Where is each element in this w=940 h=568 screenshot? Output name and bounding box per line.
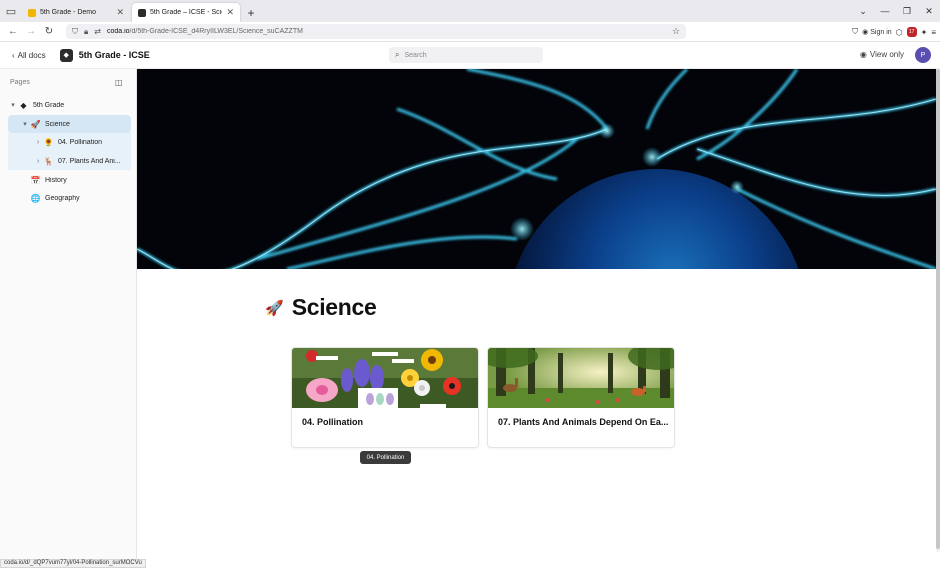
subpage-card-pollination[interactable]: 04. Pollination	[291, 347, 479, 448]
card-title: 07. Plants And Animals Depend On Ea...	[498, 417, 669, 427]
menu-icon[interactable]: ≡	[931, 28, 936, 37]
window-controls: ⌄ — ❐ ✕	[852, 0, 940, 22]
reload-icon[interactable]: ↻	[40, 26, 58, 37]
all-docs-label: All docs	[17, 50, 46, 60]
rocket-icon: 🚀	[30, 119, 41, 129]
rocket-icon: 🚀	[265, 299, 284, 317]
view-only-button[interactable]: ◉ View only	[860, 50, 904, 59]
sidebar-toggle-icon[interactable]: ◫	[115, 78, 123, 87]
card-tooltip: 04. Pollination	[360, 451, 411, 464]
sidebar-item-5th-grade[interactable]: ▾ ◆ 5th Grade	[8, 96, 131, 114]
extensions-icon[interactable]: ⬡	[896, 28, 903, 37]
sidebar-item-label: History	[45, 176, 67, 184]
sidebar-item-label: 04. Pollination	[58, 138, 102, 146]
doc-title[interactable]: 5th Grade - ICSE	[79, 50, 150, 60]
chevron-right-icon[interactable]: ›	[33, 158, 43, 165]
avatar[interactable]: P	[915, 47, 931, 63]
deer-icon: 🦌	[43, 156, 54, 166]
search-input[interactable]: ⌕ Search	[389, 47, 543, 63]
browser-nav-bar: ← → ↻ ⛉ 🔒︎ ⇄ coda.io/d/5th-Grade-ICSE_d4…	[0, 22, 940, 42]
url-host: coda.io	[106, 28, 130, 35]
chevron-right-icon[interactable]: ›	[33, 139, 43, 146]
permissions-icon[interactable]: ⇄	[94, 27, 101, 36]
all-docs-link[interactable]: ‹ All docs	[12, 51, 46, 60]
restore-icon[interactable]: ❐	[896, 6, 918, 17]
sidebar-item-label: Geography	[45, 194, 80, 202]
sidebar-item-plants-animals[interactable]: › 🦌 07. Plants And Ani...	[8, 152, 131, 170]
back-icon[interactable]: ←	[4, 26, 22, 37]
sidebar-item-label: 5th Grade	[33, 101, 65, 109]
search-icon: ⌕	[395, 50, 400, 59]
page-title: 🚀 Science	[265, 294, 377, 321]
browser-tab-strip: ▭ 5th Grade - Demo ✕ 5th Grade – ICSE - …	[0, 0, 940, 22]
bookmark-star-icon[interactable]: ☆	[672, 26, 680, 37]
view-only-label: View only	[869, 50, 904, 59]
tab-title: 5th Grade – ICSE - Science	[150, 9, 222, 16]
plasma-ball-illustration	[137, 69, 936, 269]
search-placeholder: Search	[404, 51, 427, 59]
sidebar-item-geography[interactable]: 🌐 Geography	[8, 189, 131, 207]
sign-in-label: Sign in	[870, 28, 892, 36]
minimize-icon[interactable]: —	[874, 6, 896, 16]
browser-tab-science[interactable]: 5th Grade – ICSE - Science ✕	[132, 3, 240, 22]
sidebar-item-science[interactable]: ▾ 🚀 Science	[8, 115, 131, 133]
forest-cover-image	[488, 348, 674, 408]
tab-favicon	[28, 8, 36, 17]
doc-header: ‹ All docs ◆ 5th Grade - ICSE ⌕ Search ◉ V…	[0, 42, 940, 69]
pocket-icon[interactable]: ⛉	[852, 27, 858, 37]
browser-toolbar-right: ⛉ ◉ Sign in ⬡ 17 ✦ ≡	[852, 22, 936, 42]
chevron-down-icon[interactable]: ▾	[8, 101, 18, 109]
chevron-down-icon[interactable]: ⌄	[852, 6, 874, 17]
url-text: coda.io/d/5th-Grade-ICSE_d4RryIILW3EL/Sc…	[107, 28, 672, 35]
tab-overview-icon[interactable]: ▭	[0, 0, 22, 22]
sign-in-button[interactable]: ◉ Sign in	[862, 28, 892, 37]
chevron-left-icon: ‹	[12, 50, 15, 60]
lock-icon[interactable]: 🔒︎	[84, 27, 88, 37]
doc-logo-icon[interactable]: ◆	[59, 48, 73, 62]
sidebar: Pages ◫ ▾ ◆ 5th Grade ▾ 🚀 Science › 🌻 04…	[0, 69, 137, 560]
sidebar-item-label: Science	[45, 120, 70, 128]
sidebar-item-history[interactable]: 📅 History	[8, 171, 131, 189]
globe-icon: 🌐	[30, 193, 41, 203]
extension-badge[interactable]: 17	[906, 27, 917, 37]
page-scrollbar[interactable]	[936, 69, 940, 552]
forward-icon[interactable]: →	[22, 26, 40, 37]
browser-tab-demo[interactable]: 5th Grade - Demo ✕	[22, 3, 130, 22]
url-path: /d/5th-Grade-ICSE_d4RryIILW3EL/Science_s…	[129, 28, 303, 35]
status-bar-url: coda.io/d/_dQP7vum77yl/04-Pollination_su…	[0, 559, 146, 568]
bee-flower-icon: 🌻	[43, 137, 54, 147]
account-icon: ◉	[862, 29, 869, 36]
pages-label: Pages	[10, 79, 30, 86]
shield-icon[interactable]: ⛉	[72, 27, 78, 37]
pollination-cover-image	[292, 348, 478, 408]
scrollbar-thumb[interactable]	[936, 69, 940, 549]
url-bar[interactable]: ⛉ 🔒︎ ⇄ coda.io/d/5th-Grade-ICSE_d4RryIIL…	[66, 24, 686, 39]
page-cover-image	[137, 69, 936, 269]
page-title-text: Science	[291, 294, 377, 320]
calendar-icon: 📅	[30, 175, 41, 185]
puzzle-icon[interactable]: ✦	[921, 28, 928, 37]
tab-title: 5th Grade - Demo	[40, 9, 97, 16]
eye-icon: ◉	[859, 50, 867, 59]
sidebar-item-pollination[interactable]: › 🌻 04. Pollination	[8, 133, 131, 151]
doc-logo-icon: ◆	[20, 100, 27, 110]
tab-favicon	[138, 8, 146, 17]
sidebar-item-label: 07. Plants And Ani...	[58, 157, 121, 165]
close-window-icon[interactable]: ✕	[918, 6, 940, 17]
subpage-card-plants-animals[interactable]: 07. Plants And Animals Depend On Ea...	[487, 347, 675, 448]
card-title: 04. Pollination	[302, 417, 364, 427]
close-icon[interactable]: ✕	[116, 7, 124, 18]
close-icon[interactable]: ✕	[226, 7, 234, 18]
new-tab-button[interactable]: +	[242, 3, 260, 22]
chevron-down-icon[interactable]: ▾	[20, 120, 30, 128]
